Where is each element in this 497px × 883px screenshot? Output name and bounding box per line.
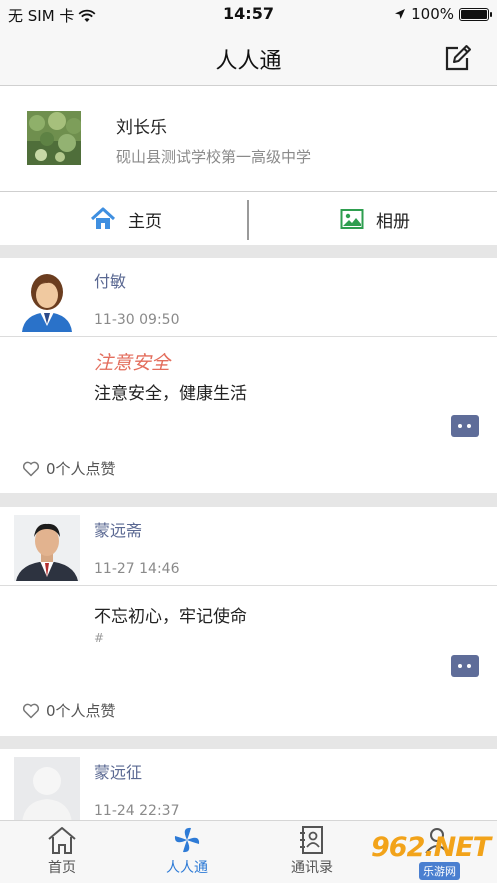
post-time: 11-30 09:50 [94,312,180,328]
home-outline-icon [48,827,76,854]
contacts-icon [300,826,323,854]
home-icon [90,207,116,229]
author-avatar[interactable] [14,757,80,823]
author-avatar[interactable] [14,266,80,332]
heart-icon[interactable] [22,703,40,719]
post-item: 付敏 11-30 09:50 注意安全 注意安全，健康生活 0个人点赞 [0,258,497,493]
post-divider [0,585,497,586]
author-name[interactable]: 付敏 [94,268,126,292]
post-content: 注意安全，健康生活 [94,384,247,404]
post-item: 蒙远征 11-24 22:37 [0,749,497,823]
post-hashtag: # [94,631,105,645]
status-right: 100% [394,5,492,23]
post-content: 不忘初心，牢记使命 [94,607,247,627]
tab-album-label: 相册 [376,211,410,232]
comment-icon[interactable] [451,415,479,437]
post-divider [0,336,497,337]
tabbar-item-contacts[interactable]: 通讯录 [267,825,357,877]
profile-tabs: 主页 相册 [0,191,497,245]
profile-name: 刘长乐 [116,118,167,138]
author-name[interactable]: 蒙远斋 [94,517,142,541]
watermark-number: 962.NET [371,832,491,863]
tabbar-label: 人人通 [166,860,208,876]
profile-school: 砚山县测试学校第一高级中学 [116,148,312,166]
section-gap [0,493,497,507]
pinwheel-icon [174,827,200,853]
tabbar-item-home[interactable]: 首页 [17,825,107,877]
post-title: 注意安全 [94,352,171,374]
battery-percent: 100% [411,5,454,23]
battery-icon [459,7,492,21]
tab-home[interactable]: 主页 [90,192,162,246]
tabbar-label: 首页 [48,860,76,876]
tab-divider [247,200,249,240]
section-gap [0,245,497,258]
compose-icon[interactable] [441,42,473,74]
page-title: 人人通 [215,49,282,74]
like-row[interactable]: 0个人点赞 [22,700,116,721]
like-row[interactable]: 0个人点赞 [22,458,116,479]
profile-avatar [27,111,81,165]
section-gap [0,736,497,749]
post-time: 11-27 14:46 [94,561,180,577]
watermark-subtitle: 乐游网 [419,862,460,880]
author-name[interactable]: 蒙远征 [94,759,142,783]
like-count: 0个人点赞 [46,702,116,720]
tab-album[interactable]: 相册 [340,192,410,246]
site-watermark: 962.NET 乐游网 [363,832,491,880]
like-count: 0个人点赞 [46,460,116,478]
image-icon [340,209,364,229]
tab-home-label: 主页 [128,211,162,232]
author-avatar[interactable] [14,515,80,581]
tabbar-label: 通讯录 [291,860,333,876]
post-time: 11-24 22:37 [94,803,180,819]
tabbar-item-renrentong[interactable]: 人人通 [142,825,232,877]
location-arrow-icon [395,9,406,19]
comment-icon[interactable] [451,655,479,677]
status-bar: 无 SIM 卡 14:57 100% [0,0,497,30]
heart-icon[interactable] [22,461,40,477]
nav-bar: 人人通 [0,30,497,86]
profile-card[interactable]: 刘长乐 砚山县测试学校第一高级中学 [0,86,497,191]
post-item: 蒙远斋 11-27 14:46 不忘初心，牢记使命 # 0个人点赞 [0,507,497,736]
